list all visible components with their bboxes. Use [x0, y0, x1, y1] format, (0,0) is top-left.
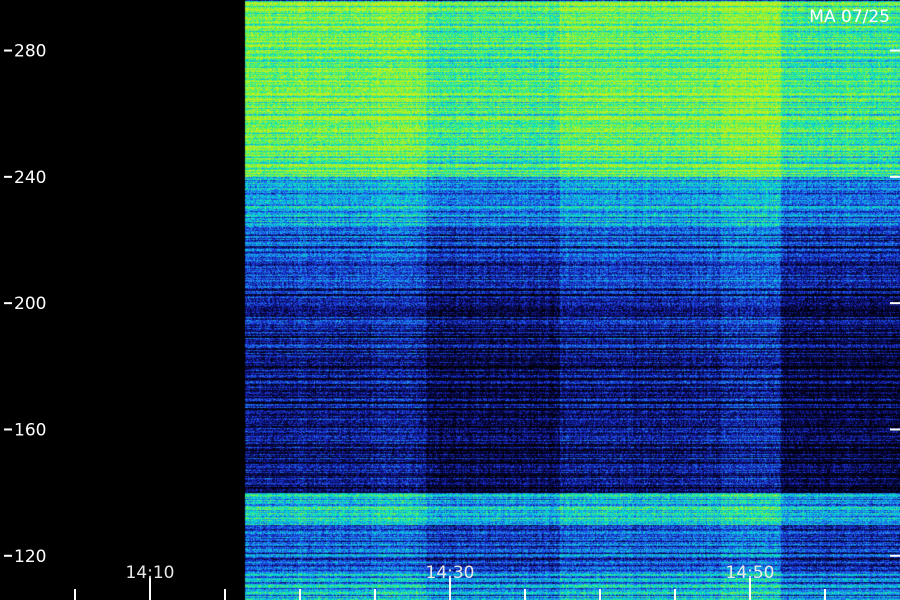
y-tick-label: 160 — [14, 420, 46, 440]
date-stamp: MA 07/25 — [809, 7, 890, 27]
y-axis-left: 280 240 200 160 120 — [4, 42, 46, 567]
y-tick-label: 240 — [14, 168, 46, 188]
x-tick-label: 14:10 — [126, 563, 175, 583]
x-axis: 14:10 14:30 14:50 — [74, 563, 826, 600]
y-tick-label: 280 — [14, 42, 46, 62]
y-axis-right — [890, 49, 900, 557]
x-tick-label: 14:50 — [726, 563, 775, 583]
axis-overlay: 280 240 200 160 120 14:10 14:30 14:50 MA 07/25 — [4, 7, 900, 600]
y-tick-label: 120 — [14, 547, 46, 567]
y-tick-label: 200 — [14, 294, 46, 314]
x-tick-label: 14:30 — [426, 563, 475, 583]
